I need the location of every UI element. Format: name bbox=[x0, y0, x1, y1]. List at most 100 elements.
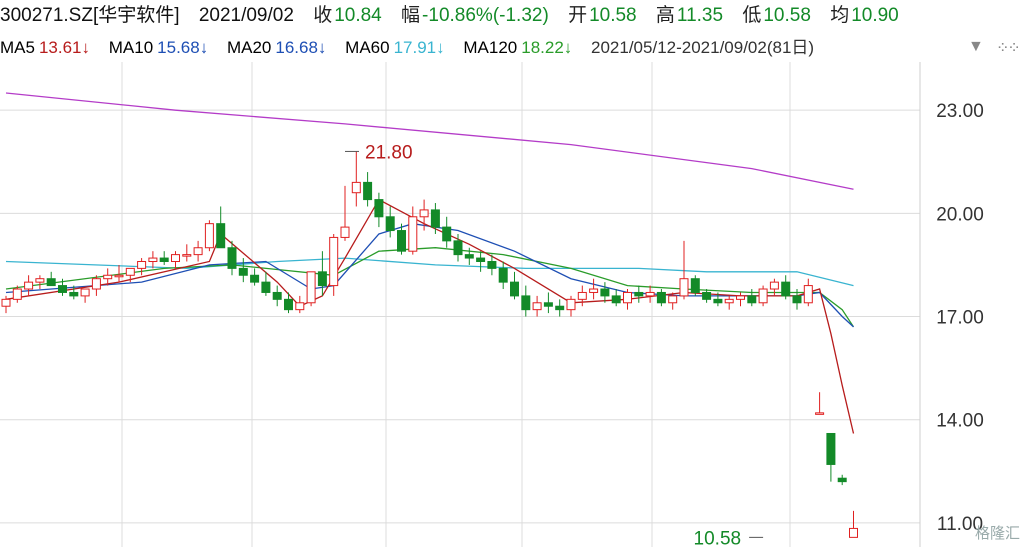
candle-body bbox=[1, 298, 11, 307]
candle bbox=[826, 432, 836, 482]
candle bbox=[849, 510, 858, 538]
candle bbox=[442, 216, 452, 248]
candle bbox=[634, 285, 644, 303]
candle bbox=[80, 288, 90, 303]
annotation-label: 21.80 bbox=[365, 142, 413, 163]
candle-body bbox=[656, 291, 666, 304]
candle-body bbox=[521, 295, 531, 311]
y-tick-label: 14.00 bbox=[936, 411, 984, 432]
candle bbox=[35, 275, 45, 290]
avg-value: 10.90 bbox=[851, 5, 899, 26]
candle-body bbox=[532, 302, 542, 311]
candle bbox=[306, 271, 316, 307]
candle-body bbox=[510, 281, 519, 297]
candle bbox=[521, 285, 531, 317]
candle-body bbox=[747, 295, 757, 304]
ma20-line bbox=[5, 247, 855, 328]
candle bbox=[91, 275, 101, 296]
candle bbox=[137, 258, 147, 276]
candle bbox=[747, 289, 757, 307]
ma60-label[interactable]: MA60 bbox=[345, 38, 389, 57]
candle-body bbox=[363, 181, 373, 201]
ma10-label[interactable]: MA10 bbox=[109, 38, 153, 57]
candle bbox=[272, 285, 282, 307]
candle-body bbox=[781, 281, 791, 297]
candle bbox=[374, 192, 384, 228]
candle-body bbox=[792, 295, 802, 304]
candle bbox=[148, 251, 158, 269]
triangle-down-icon[interactable]: ▼ bbox=[968, 38, 984, 56]
candle-body bbox=[419, 209, 429, 218]
candle bbox=[758, 285, 768, 307]
candle bbox=[476, 251, 486, 272]
candle-body bbox=[227, 247, 237, 269]
candle-body bbox=[849, 527, 858, 538]
low-label: 低 bbox=[742, 5, 762, 26]
candle bbox=[159, 251, 169, 265]
candle-body bbox=[645, 291, 655, 297]
candle bbox=[543, 292, 553, 314]
open-value: 10.58 bbox=[589, 5, 637, 26]
candle-body bbox=[837, 477, 847, 483]
candle-body bbox=[295, 302, 305, 311]
candle bbox=[600, 282, 610, 303]
candle-body bbox=[193, 247, 203, 256]
candle bbox=[171, 251, 180, 269]
candle-body bbox=[397, 230, 406, 252]
candle-body bbox=[91, 278, 101, 290]
candles bbox=[1, 151, 858, 538]
candle-body bbox=[476, 257, 486, 263]
candle bbox=[295, 295, 305, 314]
candle bbox=[837, 474, 847, 486]
candle-body bbox=[238, 267, 248, 276]
candle bbox=[46, 271, 56, 287]
candle-body bbox=[46, 278, 56, 287]
quote-date: 2021/09/02 bbox=[198, 5, 294, 26]
candle bbox=[736, 292, 745, 307]
candle bbox=[510, 271, 519, 300]
ma120-label[interactable]: MA120 bbox=[463, 38, 517, 57]
candle bbox=[284, 292, 293, 314]
candle-body bbox=[815, 412, 825, 415]
candle bbox=[781, 275, 791, 300]
candle bbox=[702, 289, 712, 303]
candle-body bbox=[803, 285, 813, 304]
candle bbox=[611, 289, 621, 307]
candle-body bbox=[12, 288, 22, 300]
candle-body bbox=[272, 291, 282, 300]
candle-body bbox=[69, 291, 79, 297]
candle-body bbox=[826, 432, 836, 465]
candle bbox=[363, 172, 373, 207]
candle-body bbox=[114, 274, 124, 278]
amp-value: -10.86%(-1.32) bbox=[422, 5, 549, 26]
open-label: 开 bbox=[568, 5, 588, 26]
candle-body bbox=[442, 226, 452, 242]
candle bbox=[498, 261, 508, 290]
candle bbox=[238, 258, 248, 283]
candle bbox=[566, 295, 576, 317]
candle bbox=[182, 244, 192, 262]
candle bbox=[724, 295, 734, 310]
grid-dots-icon[interactable]: ⁘⁘ bbox=[996, 38, 1021, 58]
stock-code-name[interactable]: 300271.SZ[华宇软件] bbox=[0, 5, 180, 26]
candle bbox=[815, 392, 825, 415]
annotation-label: 10.58 bbox=[694, 528, 742, 547]
ma5-value: 13.61↓ bbox=[38, 38, 91, 57]
candle-body bbox=[487, 261, 497, 269]
ma5-label[interactable]: MA5 bbox=[0, 38, 35, 57]
close-label: 收 bbox=[313, 5, 333, 26]
candle-body bbox=[769, 281, 779, 290]
candle-body bbox=[317, 271, 327, 287]
candle-body bbox=[758, 288, 768, 304]
date-range[interactable]: 2021/05/12-2021/09/02(81日) bbox=[591, 38, 814, 57]
candle-body bbox=[690, 278, 700, 293]
candle-body bbox=[555, 305, 565, 311]
candle bbox=[645, 285, 655, 303]
ma-legend: MA5 13.61↓ MA10 15.68↓ MA20 16.68↓ MA60 17.9… bbox=[0, 34, 1024, 62]
candle-body bbox=[702, 291, 712, 300]
ma20-label[interactable]: MA20 bbox=[227, 38, 271, 57]
candle-body bbox=[623, 291, 632, 304]
candle bbox=[204, 220, 214, 252]
ma120-value: 18.22↓ bbox=[521, 38, 573, 57]
candle-body bbox=[600, 288, 610, 297]
